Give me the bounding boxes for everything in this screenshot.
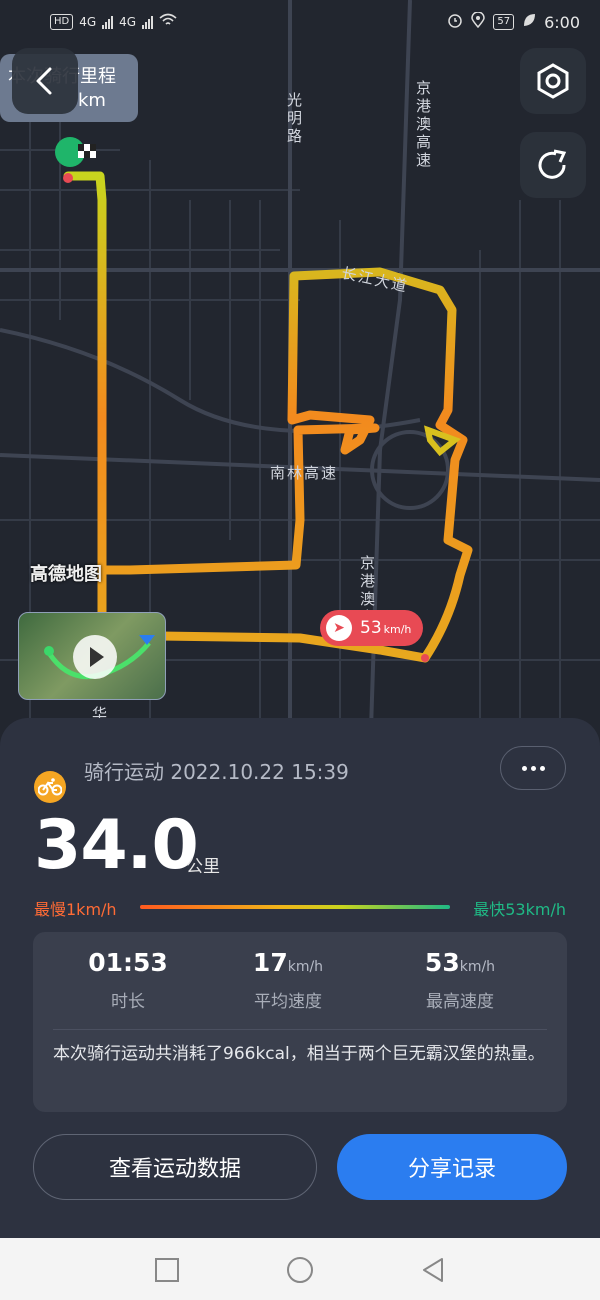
max-speed-value: 53 — [360, 618, 382, 638]
map-label-guangming: 光明路 — [285, 92, 303, 146]
status-left: HD 4G 4G — [50, 13, 177, 30]
fastest-speed-label: 最快53km/h — [473, 900, 566, 919]
more-dot-icon — [521, 765, 527, 771]
speed-gradient-bar — [140, 905, 450, 909]
recents-square-icon[interactable] — [153, 1256, 181, 1284]
more-options-button[interactable] — [500, 746, 566, 790]
map-label-nanlin: 南林高速 — [270, 464, 339, 482]
stat-unit: km/h — [287, 959, 324, 975]
route-track — [63, 171, 473, 663]
share-arrow-icon — [538, 149, 567, 179]
stats-panel: 01:53 时长 17km/h 平均速度 53km/h 最高速度 本次骑行运动共… — [33, 932, 567, 1112]
summary-sheet: 骑行运动 2022.10.22 15:39 34.0 公里 最慢1km/h 最快… — [0, 718, 600, 1238]
distance-value: 34.0 — [34, 806, 199, 885]
bicycle-icon — [34, 771, 66, 803]
stat-label: 平均速度 — [254, 992, 322, 1012]
stat-value: 17 — [252, 948, 288, 977]
stat-average-speed: 17km/h 平均速度 — [208, 948, 368, 1012]
status-bar: HD 4G 4G 57 6:00 — [0, 0, 600, 46]
stat-value: 01:53 — [88, 948, 168, 977]
distance-unit: 公里 — [186, 857, 220, 877]
more-dot-icon — [539, 765, 545, 771]
signal-icon — [142, 15, 154, 29]
max-speed-unit: km/h — [383, 623, 412, 636]
activity-title: 骑行运动 2022.10.22 15:39 — [84, 760, 349, 784]
play-icon[interactable] — [73, 635, 117, 679]
share-record-button[interactable]: 分享记录 — [337, 1134, 567, 1200]
chevron-left-icon — [36, 67, 52, 95]
map-settings-button[interactable] — [520, 48, 586, 114]
stat-label: 最高速度 — [426, 992, 494, 1012]
calorie-note: 本次骑行运动共消耗了966kcal，相当于两个巨无霸汉堡的热量。 — [53, 1044, 545, 1064]
signal-icon — [102, 15, 114, 29]
network-a-label: 4G — [79, 14, 97, 29]
clock-time: 6:00 — [544, 12, 580, 32]
network-b-label: 4G — [119, 14, 137, 29]
stat-value: 53 — [424, 948, 460, 977]
route-start-dot — [63, 173, 73, 183]
status-right: 57 6:00 — [447, 11, 580, 32]
battery-icon: 57 — [493, 14, 515, 30]
back-button[interactable] — [12, 48, 78, 114]
more-dot-icon — [530, 765, 536, 771]
stat-max-speed: 53km/h 最高速度 — [380, 948, 540, 1012]
home-circle-icon[interactable] — [286, 1256, 314, 1284]
back-triangle-icon[interactable] — [419, 1256, 447, 1284]
wifi-icon — [159, 13, 177, 30]
stat-duration: 01:53 时长 — [48, 948, 208, 1012]
route-map[interactable]: HD 4G 4G 57 6:00 本次骑行里程 km — [0, 0, 600, 760]
stat-label: 时长 — [111, 992, 145, 1012]
map-label-jinggangao-top: 京港澳高速 — [414, 80, 432, 170]
rocket-icon: ➤ — [326, 615, 352, 641]
map-share-button[interactable] — [520, 132, 586, 198]
route-playback-thumbnail[interactable] — [18, 612, 166, 700]
view-workout-data-button[interactable]: 查看运动数据 — [33, 1134, 317, 1200]
route-end-dot — [421, 654, 429, 662]
slowest-speed-label: 最慢1km/h — [34, 900, 117, 919]
hexagon-settings-icon — [537, 63, 569, 99]
max-speed-tag: ➤ 53 km/h — [320, 610, 424, 646]
location-icon — [471, 11, 486, 32]
map-watermark: 高德地图 — [30, 564, 102, 585]
stat-unit: km/h — [459, 959, 496, 975]
system-nav-bar — [0, 1238, 600, 1300]
hd-icon: HD — [50, 13, 74, 30]
stats-divider — [53, 1029, 547, 1030]
alarm-icon — [447, 12, 463, 32]
leaf-icon — [522, 12, 536, 32]
bubble-line2: km — [78, 90, 106, 111]
